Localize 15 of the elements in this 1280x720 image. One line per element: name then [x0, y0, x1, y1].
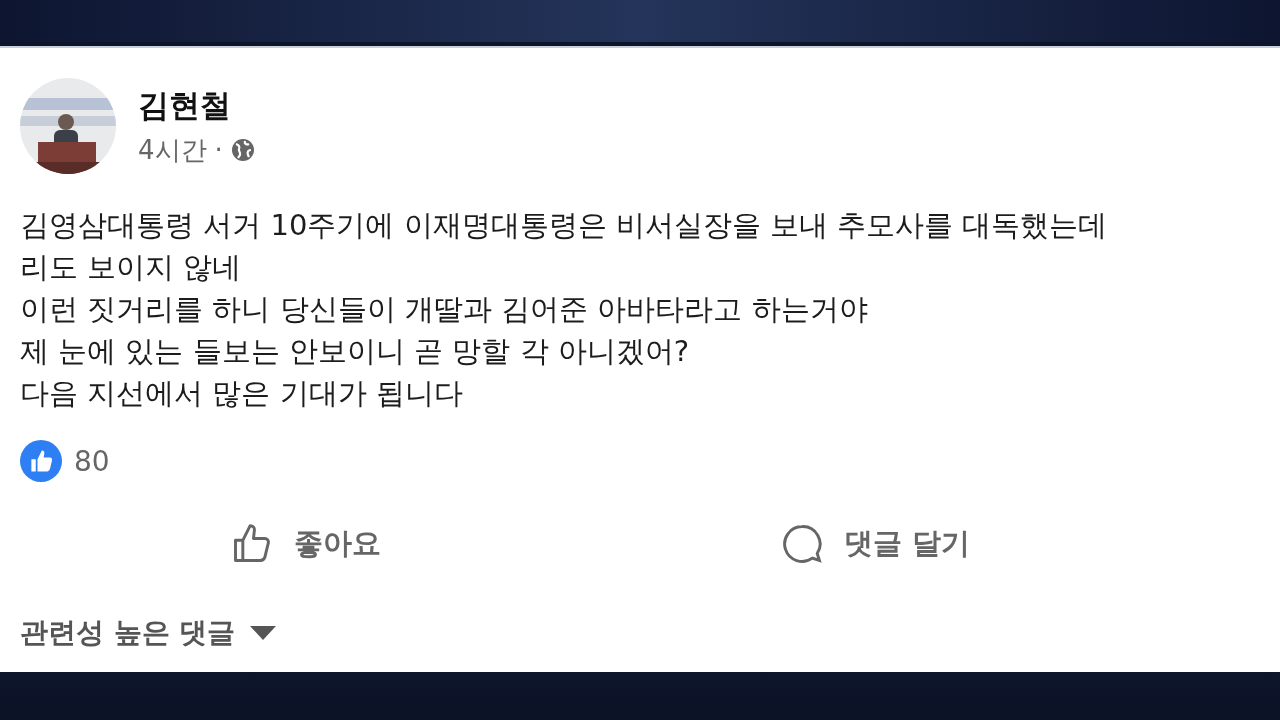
post-text-line: 제 눈에 있는 들보는 안보이니 곧 망할 각 아니겠어?: [20, 333, 691, 370]
author-name[interactable]: 김현철: [138, 84, 255, 127]
post-text-line: 리도 보이지 않네: [20, 249, 243, 286]
post-text-line: 이런 짓거리를 하니 당신들이 개딸과 김어준 아바타라고 하는거야: [20, 291, 869, 328]
like-button[interactable]: 좋아요: [20, 514, 590, 574]
comment-sort-dropdown[interactable]: 관련성 높은 댓글: [20, 614, 276, 652]
separator: ·: [214, 135, 223, 165]
comment-button[interactable]: 댓글 달기: [590, 514, 1160, 574]
post-text-line: 다음 지선에서 많은 기대가 됩니다: [20, 375, 464, 412]
globe-icon: [230, 138, 255, 162]
reaction-count[interactable]: 80: [74, 444, 110, 478]
caret-icon: [249, 626, 276, 640]
like-reaction-icon: [20, 440, 62, 482]
post-text-line: 김영삼대통령 서거 10주기에 이재명대통령은 비서실장을 보내 추모사를 대독했는데: [20, 207, 1109, 244]
post-time[interactable]: 4시간: [138, 132, 207, 168]
